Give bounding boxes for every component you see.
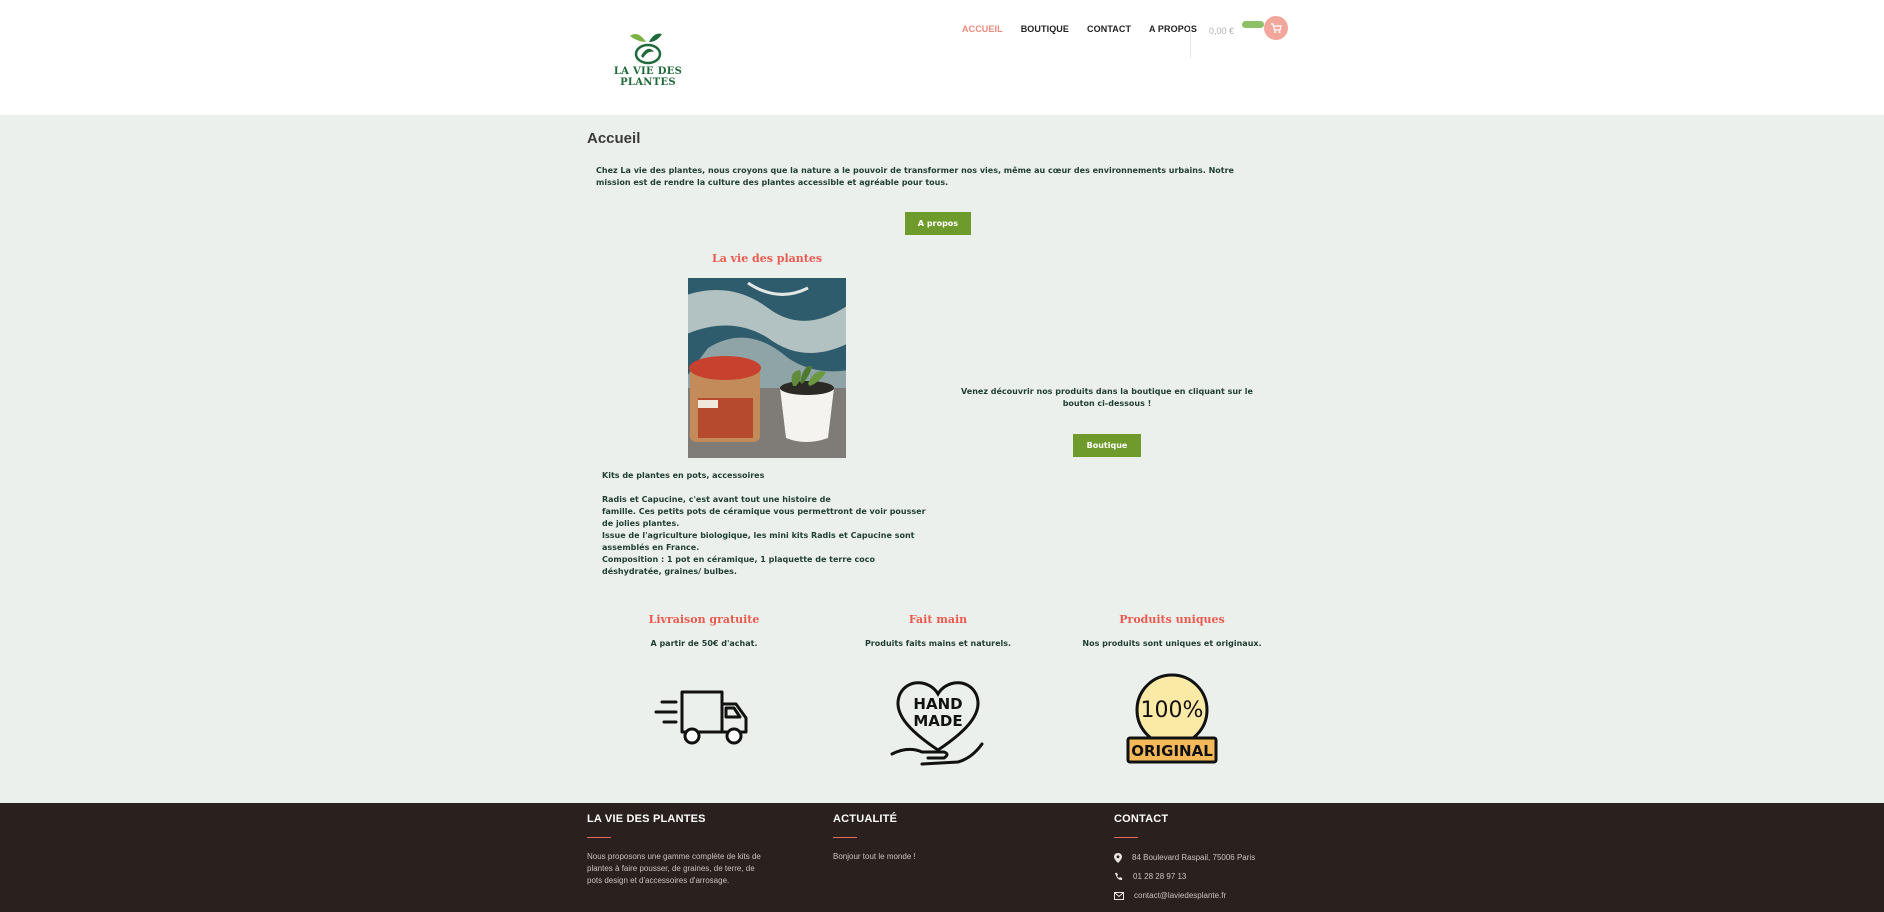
footer-news: ACTUALITÉ Bonjour tout le monde ! (833, 813, 1033, 863)
feature-livraison: Livraison gratuite A partir de 50€ d'ach… (587, 613, 821, 650)
product-desc-line: famille. Ces petits pots de céramique vo… (602, 507, 926, 528)
boutique-button[interactable]: Boutique (1073, 434, 1141, 457)
main-nav: ACCUEIL BOUTIQUE CONTACT A PROPOS (962, 24, 1197, 34)
cart-icon (1271, 23, 1282, 33)
footer-about: LA VIE DES PLANTES Nous proposons une ga… (587, 813, 767, 887)
footer-address-row: 84 Boulevard Raspail, 75006 Paris (1114, 848, 1334, 867)
handmade-icon: HAND MADE (888, 672, 988, 767)
phone-icon (1115, 872, 1123, 881)
footer-email[interactable]: contact@laviedesplante.fr (1134, 891, 1226, 900)
feature-fait-main: Fait main Produits faits mains et nature… (821, 613, 1055, 650)
footer-divider (587, 837, 611, 838)
logo-text-line1: LA VIE DES (613, 66, 683, 77)
product-desc-line: Composition : 1 pot en céramique, 1 plaq… (602, 555, 875, 576)
logo-text-line2: PLANTES (620, 77, 676, 88)
intro-text: Chez La vie des plantes, nous croyons qu… (596, 166, 1234, 187)
nav-contact[interactable]: CONTACT (1087, 24, 1131, 34)
footer-phone[interactable]: 01 28 28 97 13 (1133, 872, 1186, 881)
footer-address: 84 Boulevard Raspail, 75006 Paris (1132, 853, 1256, 862)
a-propos-button[interactable]: A propos (905, 212, 971, 235)
nav-divider (1190, 22, 1191, 58)
feature-text: Produits faits mains et naturels. (864, 639, 1012, 648)
footer-divider (1114, 837, 1138, 838)
cart-button[interactable] (1264, 16, 1288, 40)
original-label: ORIGINAL (1131, 742, 1213, 760)
handmade-line2: MADE (913, 712, 962, 730)
footer-contact-title: CONTACT (1114, 813, 1169, 825)
feature-text: Nos produits sont uniques et originaux. (1082, 639, 1262, 648)
product-title: La vie des plantes (711, 252, 823, 265)
footer-contact: CONTACT 84 Boulevard Raspail, 75006 Pari… (1114, 813, 1334, 905)
original-badge-icon: 100% ORIGINAL (1122, 672, 1222, 767)
footer-about-title: LA VIE DES PLANTES (587, 813, 706, 825)
page-title: Accueil (587, 130, 641, 147)
product-image (688, 278, 846, 458)
feature-text: A partir de 50€ d'achat. (650, 639, 758, 648)
site-header: LA VIE DES PLANTES ACCUEIL BOUTIQUE CONT… (0, 0, 1884, 115)
feature-produits-uniques: Produits uniques Nos produits sont uniqu… (1055, 613, 1289, 650)
footer-phone-row: 01 28 28 97 13 (1114, 867, 1334, 886)
product-desc-spacer (602, 482, 932, 494)
footer-email-row: contact@laviedesplante.fr (1114, 886, 1334, 905)
footer-news-link[interactable]: Bonjour tout le monde ! (833, 851, 1033, 863)
feature-title: Produits uniques (1119, 613, 1225, 626)
logo-text: LA VIE DES PLANTES (608, 66, 688, 88)
footer-about-text: Nous proposons une gamme complète de kit… (587, 852, 761, 885)
feature-title: Livraison gratuite (648, 613, 760, 626)
product-desc-line: Issue de l'agriculture biologique, les m… (602, 531, 915, 552)
product-desc-line: Kits de plantes en pots, accessoires (602, 471, 765, 480)
map-pin-icon (1114, 852, 1122, 863)
nav-accueil[interactable]: ACCUEIL (962, 24, 1003, 34)
footer-news-title: ACTUALITÉ (833, 813, 898, 825)
nav-boutique[interactable]: BOUTIQUE (1021, 24, 1069, 34)
footer-divider (833, 837, 857, 838)
truck-icon (654, 672, 754, 767)
original-percentage: 100% (1141, 698, 1204, 723)
product-desc-line: Radis et Capucine, c'est avant tout une … (602, 495, 831, 504)
cart-badge (1242, 21, 1264, 28)
email-icon (1114, 891, 1124, 900)
product-description: Kits de plantes en pots, accessoires Rad… (602, 470, 932, 578)
site-logo[interactable]: LA VIE DES PLANTES (608, 30, 688, 92)
cart-total[interactable]: 0,00 € (1209, 26, 1234, 36)
feature-title: Fait main (908, 613, 968, 626)
leaf-logo-icon (630, 33, 662, 65)
boutique-text: Venez découvrir nos produits dans la bou… (961, 387, 1253, 408)
handmade-line1: HAND (913, 695, 962, 713)
